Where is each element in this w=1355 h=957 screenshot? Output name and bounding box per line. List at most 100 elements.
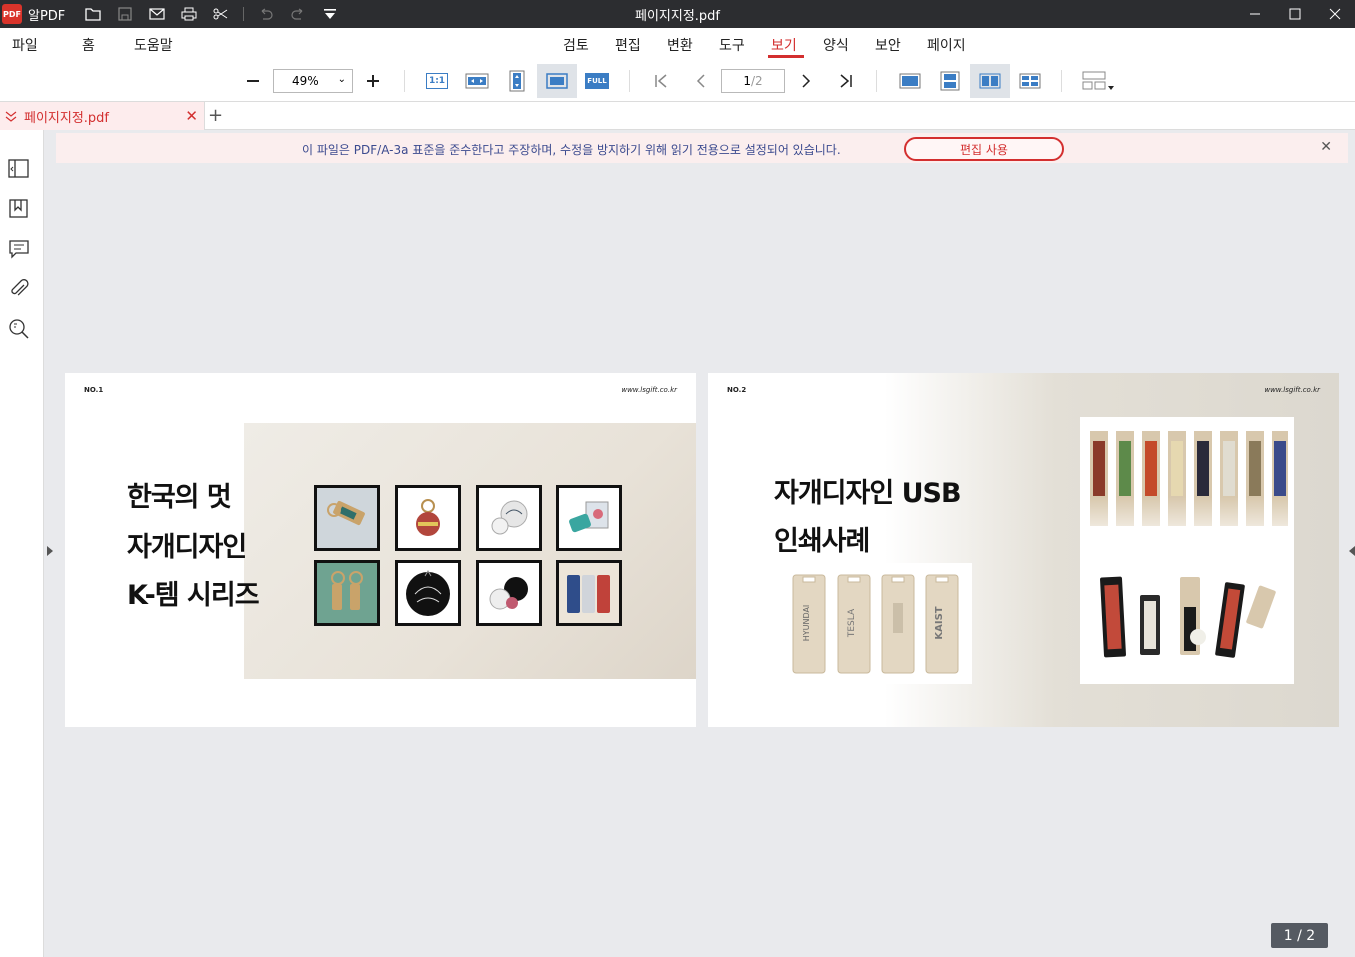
fit-width-icon <box>465 73 489 89</box>
active-menu-indicator <box>768 55 804 58</box>
usb-logo-text: TESLA <box>847 608 857 638</box>
layout-dropdown-icon <box>1082 71 1114 90</box>
menu-edit[interactable]: 편집 <box>615 35 641 55</box>
close-tab-icon[interactable]: ✕ <box>185 107 198 125</box>
menu-convert[interactable]: 변환 <box>667 35 693 55</box>
mail-icon[interactable] <box>147 4 167 24</box>
left-sidebar <box>0 130 44 957</box>
toolbar-divider <box>876 70 877 92</box>
two-page-continuous-button[interactable] <box>1010 64 1050 98</box>
zoom-select[interactable]: 49% ⌄ <box>273 69 353 93</box>
fit-height-button[interactable] <box>497 64 537 98</box>
product-frame <box>556 485 622 551</box>
undo-icon[interactable] <box>256 4 276 24</box>
fit-page-button[interactable] <box>537 64 577 98</box>
menu-bar: 파일 홈 도움말 검토 편집 변환 도구 보기 양식 보안 페이지 <box>0 28 1355 60</box>
product-frame <box>395 485 461 551</box>
product-frame <box>314 485 380 551</box>
app-name: 알PDF <box>28 8 66 24</box>
page-number-input[interactable]: 1 /2 <box>721 69 785 93</box>
usb-mother-of-pearl-photo <box>1080 417 1294 684</box>
enable-editing-button[interactable]: 편집 사용 <box>904 137 1064 161</box>
bookmark-icon[interactable] <box>8 198 30 220</box>
menu-tools[interactable]: 도구 <box>719 35 745 55</box>
thumbnails-panel-icon[interactable] <box>8 158 30 180</box>
redo-icon[interactable] <box>288 4 308 24</box>
menu-page[interactable]: 페이지 <box>927 35 966 55</box>
product-frame <box>395 560 461 626</box>
scissors-icon[interactable] <box>211 4 231 24</box>
fit-width-button[interactable] <box>457 64 497 98</box>
current-page: 1 <box>743 74 751 88</box>
actual-size-button[interactable]: 1:1 <box>417 64 457 98</box>
chevron-left-icon <box>696 74 705 88</box>
page-url: www.lsgift.co.kr <box>1264 386 1320 394</box>
layout-options-button[interactable] <box>1078 64 1118 98</box>
product-frame <box>476 560 542 626</box>
expand-left-panel-icon[interactable] <box>46 545 54 557</box>
window-title: 페이지지정.pdf <box>634 8 720 24</box>
toolbar-divider <box>1061 70 1062 92</box>
two-page-icon <box>979 73 1001 89</box>
zoom-value: 49% <box>292 74 319 88</box>
close-window-icon[interactable] <box>1315 0 1355 28</box>
total-pages: /2 <box>750 74 763 88</box>
attachment-icon[interactable] <box>8 278 30 300</box>
page-number-label: NO.1 <box>84 386 104 394</box>
close-notice-icon[interactable]: ✕ <box>1320 139 1332 155</box>
open-folder-icon[interactable] <box>83 4 103 24</box>
save-icon[interactable] <box>115 4 135 24</box>
product-frame <box>314 560 380 626</box>
read-only-notice-bar: 이 파일은 PDF/A-3a 표준을 준수한다고 주장하며, 수정을 방지하기 … <box>56 133 1348 163</box>
menu-review[interactable]: 검토 <box>563 35 589 55</box>
fullscreen-button[interactable]: FULL <box>577 64 617 98</box>
document-tab-bar: 페이지지정.pdf ✕ + <box>0 102 1355 130</box>
document-tab[interactable]: 페이지지정.pdf ✕ <box>0 102 205 130</box>
minimize-icon[interactable] <box>1235 0 1275 28</box>
single-page-icon <box>899 73 921 89</box>
grid-view-icon <box>1019 73 1041 89</box>
menu-forms[interactable]: 양식 <box>823 35 849 55</box>
menu-view[interactable]: 보기 <box>771 35 797 55</box>
first-page-button[interactable] <box>641 64 681 98</box>
continuous-view-button[interactable] <box>930 64 970 98</box>
notice-message: 이 파일은 PDF/A-3a 표준을 준수한다고 주장하며, 수정을 방지하기 … <box>302 143 841 157</box>
expand-right-panel-icon[interactable] <box>1348 545 1355 557</box>
search-icon[interactable] <box>8 318 30 340</box>
single-page-view-button[interactable] <box>890 64 930 98</box>
maximize-icon[interactable] <box>1275 0 1315 28</box>
usb-logo-print-photo: HYUNDAI TESLA KAIST <box>775 563 972 684</box>
next-page-button[interactable] <box>786 64 826 98</box>
product-frame <box>476 485 542 551</box>
product-frame <box>556 560 622 626</box>
page-headline-line: 자개디자인 <box>127 532 247 563</box>
chevron-right-icon <box>802 74 811 88</box>
quick-access-dropdown-icon[interactable] <box>320 4 340 24</box>
page-headline-line: K-템 시리즈 <box>127 580 260 611</box>
menu-security[interactable]: 보안 <box>875 35 901 55</box>
menu-file[interactable]: 파일 <box>12 35 38 55</box>
prev-page-button[interactable] <box>681 64 721 98</box>
last-page-icon <box>840 74 852 88</box>
menu-help[interactable]: 도움말 <box>134 35 173 55</box>
two-page-view-button[interactable] <box>970 64 1010 98</box>
menu-home[interactable]: 홈 <box>82 35 95 55</box>
chevron-down-icon: ⌄ <box>337 74 346 85</box>
page-headline-line: 자개디자인 USB <box>774 478 962 509</box>
page-number-label: NO.2 <box>727 386 747 394</box>
continuous-page-icon <box>940 71 960 91</box>
print-icon[interactable] <box>179 4 199 24</box>
fit-height-icon <box>509 70 525 92</box>
zoom-out-button[interactable] <box>233 64 273 98</box>
tab-list-chevron-icon[interactable] <box>4 109 18 123</box>
document-tab-label: 페이지지정.pdf <box>24 110 110 126</box>
add-tab-button[interactable]: + <box>208 105 223 126</box>
view-toolbar: 49% ⌄ 1:1 FULL 1 /2 <box>0 60 1355 102</box>
actual-size-icon: 1:1 <box>426 73 448 89</box>
pdf-page-2: NO.2 www.lsgift.co.kr 자개디자인 USB 인쇄사례 HYU… <box>708 373 1339 727</box>
comments-icon[interactable] <box>8 238 30 260</box>
last-page-button[interactable] <box>826 64 866 98</box>
zoom-in-button[interactable] <box>353 64 393 98</box>
page-counter-badge: 1 / 2 <box>1271 923 1328 948</box>
page-headline-line: 인쇄사례 <box>774 526 870 557</box>
